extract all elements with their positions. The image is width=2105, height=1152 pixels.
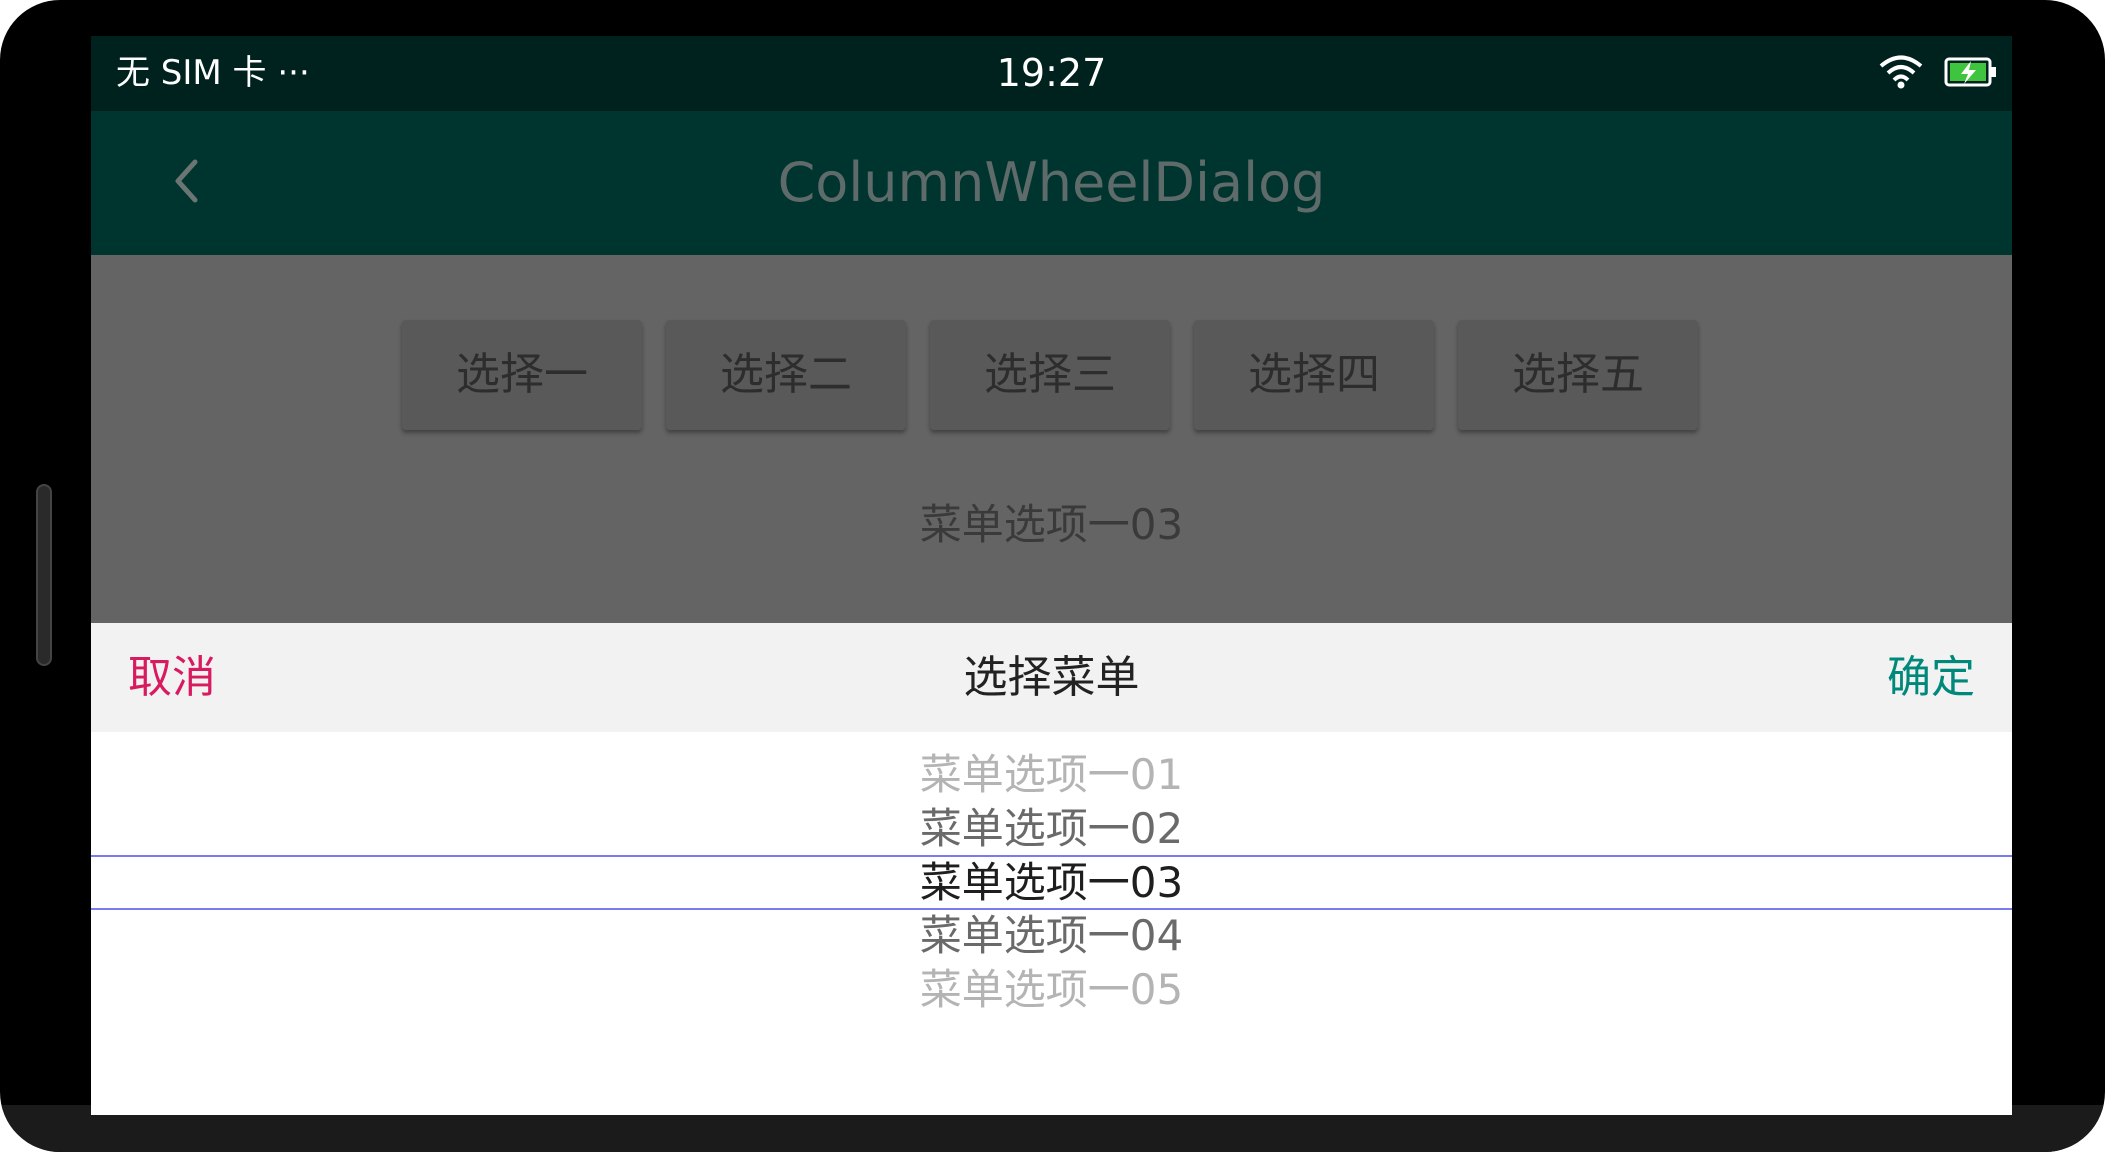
- choice-button-5[interactable]: 选择五: [1458, 320, 1698, 430]
- choice-button-2[interactable]: 选择二: [666, 320, 906, 430]
- wifi-icon: [1878, 55, 1924, 93]
- choice-button-4[interactable]: 选择四: [1194, 320, 1434, 430]
- status-bar: 无 SIM 卡 ··· 19:27: [91, 36, 2012, 111]
- main-content: 选择一 选择二 选择三 选择四 选择五 菜单选项一03: [91, 255, 2012, 623]
- dialog-header: 取消 选择菜单 确定: [91, 623, 2012, 732]
- choice-button-3[interactable]: 选择三: [930, 320, 1170, 430]
- choice-button-row: 选择一 选择二 选择三 选择四 选择五: [402, 320, 1698, 430]
- app-bar: ColumnWheelDialog: [91, 111, 2012, 255]
- selected-result-text: 菜单选项一03: [919, 500, 1184, 549]
- screen: 无 SIM 卡 ··· 19:27 ColumnWheelDialog 选择一 …: [91, 36, 2012, 1115]
- battery-charging-icon: [1944, 56, 1998, 92]
- wheel-picker[interactable]: 菜单选项一01 菜单选项一02 菜单选项一03 菜单选项一04 菜单选项一05: [91, 732, 2012, 1115]
- choice-button-1[interactable]: 选择一: [402, 320, 642, 430]
- dialog-title: 选择菜单: [963, 652, 1140, 703]
- side-button: [36, 484, 52, 666]
- confirm-button[interactable]: 确定: [1887, 623, 1975, 732]
- clock: 19:27: [996, 51, 1107, 95]
- wheel-item-5[interactable]: 菜单选项一05: [91, 954, 2012, 1026]
- app-title: ColumnWheelDialog: [777, 151, 1326, 214]
- device-frame: 无 SIM 卡 ··· 19:27 ColumnWheelDialog 选择一 …: [0, 0, 2105, 1152]
